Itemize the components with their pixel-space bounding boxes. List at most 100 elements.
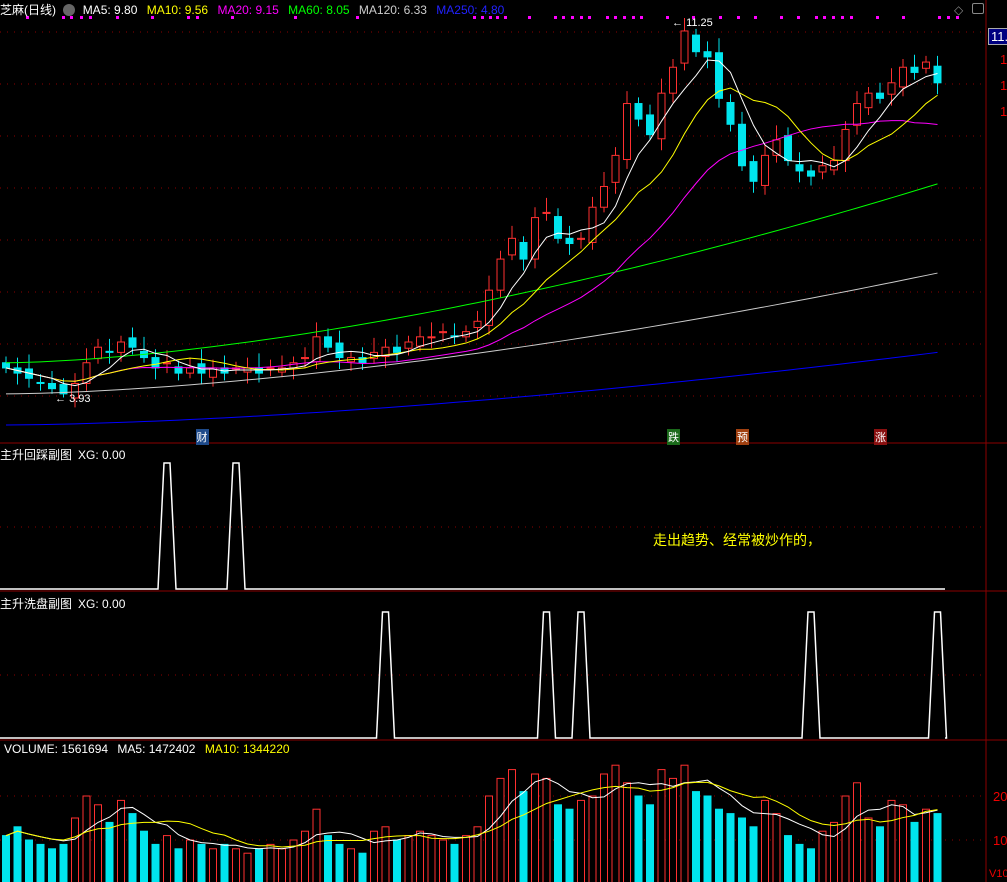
candle-down (807, 170, 815, 177)
price-axis-label: 1 (1000, 52, 1007, 67)
panel2-header: 主升洗盘副图 XG: 0.00 (0, 595, 131, 612)
low-price-label: ← 3.93 (55, 393, 91, 405)
candle-up (887, 82, 896, 95)
event-marker[interactable]: 预 (736, 429, 749, 445)
volume-bar (565, 808, 574, 882)
signal-dot (623, 16, 626, 19)
annotation-note: 走出趋势、经常被炒作的， (653, 532, 821, 548)
dropdown-icon[interactable] (63, 4, 76, 16)
panel2-signal-line (0, 611, 948, 739)
candle-up (542, 211, 551, 214)
panel2-xg: XG: 0.00 (78, 597, 126, 611)
volume-bar (577, 799, 585, 882)
candle-up (588, 206, 597, 243)
candle-down (784, 135, 792, 162)
volume-bar (36, 843, 45, 882)
event-marker[interactable]: 涨 (874, 429, 887, 445)
price-axis-label: 1 (1000, 78, 1007, 93)
candle-down (703, 51, 712, 58)
candle-down (48, 382, 56, 390)
volume-bar (726, 813, 735, 882)
volume-bar (692, 791, 700, 882)
signal-dot (902, 16, 905, 19)
volume-bar (450, 843, 459, 882)
ma60-value: MA60: 8.05 (288, 3, 350, 17)
volume-bar (151, 843, 160, 882)
candle-up (669, 66, 677, 94)
candle-up (818, 165, 827, 173)
volume-bar (887, 799, 896, 882)
volume-bar (416, 830, 424, 882)
candle-up (163, 362, 171, 365)
volume-bar (94, 804, 102, 882)
diamond-icon[interactable]: ◇ (954, 3, 963, 17)
volume-bar (25, 839, 33, 882)
low-price: 3.93 (69, 393, 91, 405)
volume-bar (163, 835, 171, 882)
volume-bar (738, 817, 746, 882)
ma20-value: MA20: 9.15 (217, 3, 279, 17)
volume-bar (439, 839, 447, 882)
candle-up (841, 128, 850, 162)
volume-bar (404, 835, 413, 882)
event-marker[interactable]: 财 (195, 429, 209, 445)
volume-bar (715, 808, 723, 882)
volume-bar (186, 839, 194, 882)
signal-dot (640, 16, 643, 19)
candle-down (876, 92, 884, 99)
volume-bar (600, 773, 608, 882)
candle-up (761, 154, 769, 186)
candle-down (910, 66, 919, 73)
signal-dot (588, 16, 591, 19)
volume-bar (933, 813, 942, 882)
volume-axis-label: V10 (989, 868, 1007, 880)
volume-bar (841, 795, 850, 882)
volume-axis-label: 10 (993, 833, 1007, 848)
volume-bar (197, 843, 206, 882)
candle-down (738, 123, 746, 167)
signal-dot (780, 16, 783, 19)
candle-up (439, 331, 447, 334)
volume-bar (623, 782, 631, 882)
candle-up (853, 103, 861, 126)
signal-dot (841, 16, 844, 19)
volume-bar (105, 821, 114, 882)
candle-up (623, 103, 631, 161)
layout-toggle-icon[interactable] (972, 3, 984, 14)
volume-bar (71, 817, 79, 882)
volume-bar (634, 795, 643, 882)
volume-value: VOLUME: 1561694 (4, 742, 109, 756)
signal-dot (823, 16, 826, 19)
candle-down (749, 161, 758, 182)
current-price-label: 11.1 (988, 28, 1007, 45)
volume-bar (910, 821, 919, 882)
volume-bar (588, 795, 597, 882)
candle-up (600, 185, 608, 208)
volume-bar (508, 769, 516, 882)
volume-bar (347, 848, 355, 882)
volume-bar (899, 804, 907, 882)
signal-dot (832, 16, 835, 19)
signal-dot (876, 16, 879, 19)
volume-axis-label: 20 (993, 789, 1007, 804)
signal-dot (554, 16, 557, 19)
high-price: 11.25 (686, 17, 713, 29)
candle-down (554, 216, 562, 239)
volume-bar (795, 843, 804, 882)
volume-bar (140, 830, 148, 882)
volume-bar (922, 808, 930, 882)
candle-down (795, 164, 804, 172)
volume-bar (531, 773, 539, 882)
volume-bar (657, 769, 666, 882)
event-marker[interactable]: 跌 (667, 429, 680, 445)
volume-bar (220, 843, 229, 882)
volume-bar (266, 843, 275, 882)
volume-bar (669, 777, 677, 882)
price-axis-label: 1 (1000, 104, 1007, 119)
ma250-line (5, 351, 938, 426)
panel2-title: 主升洗盘副图 (0, 597, 73, 611)
ma10-line (5, 87, 938, 382)
volume-bar (496, 777, 505, 882)
volume-header: VOLUME: 1561694 MA5: 1472402 MA10: 13442… (4, 742, 296, 756)
signal-dot (666, 16, 669, 19)
